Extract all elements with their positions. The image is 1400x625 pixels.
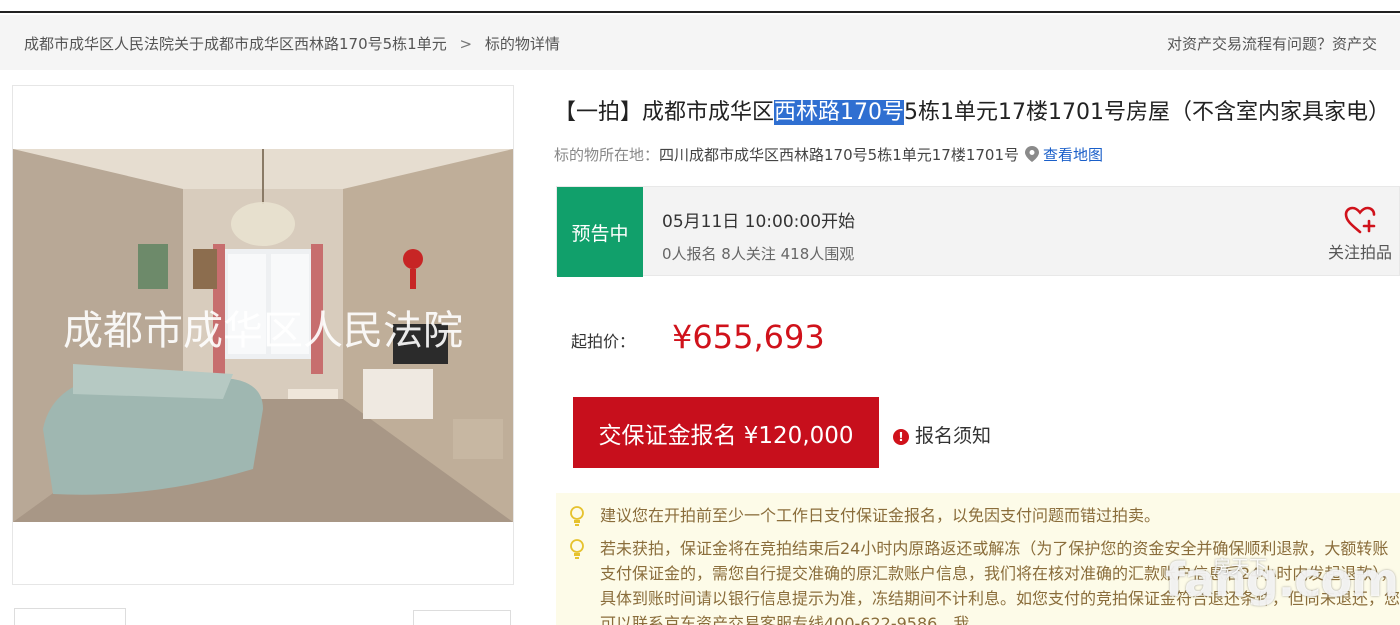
top-border	[0, 0, 1400, 13]
title-prefix: 【一拍】成都市成华区	[554, 100, 775, 125]
starting-price-value: ¥655,693	[672, 318, 825, 356]
pay-deposit-register-button[interactable]: 交保证金报名 ¥120,000	[573, 397, 879, 468]
title-suffix: 5栋1单元17楼1701号房屋（不含室内家具家电）	[904, 100, 1390, 125]
status-badge: 预告中	[557, 187, 643, 277]
lightbulb-icon	[570, 539, 584, 559]
follow-item-button[interactable]: 关注拍品	[1323, 205, 1397, 263]
title-highlight: 西林路170号	[774, 100, 905, 125]
site-watermark: fang.com	[1165, 553, 1399, 607]
view-map-link[interactable]: 查看地图	[1043, 146, 1103, 164]
help-link[interactable]: 对资产交易流程有问题？资产交	[1167, 33, 1400, 54]
thumbnail-left[interactable]	[14, 608, 126, 625]
property-photo[interactable]: 成都市成华区人民法院	[13, 149, 513, 522]
site-watermark-small: 房天下	[1213, 557, 1267, 578]
breadcrumb: 成都市成华区人民法院关于成都市成华区西林路170号5栋1单元 > 标的物详情	[24, 33, 560, 54]
participation-counts: 0人报名 8人关注 418人围观	[662, 245, 855, 263]
auction-title: 【一拍】成都市成华区西林路170号5栋1单元17楼1701号房屋（不含室内家具家…	[554, 94, 1390, 126]
photo-watermark: 成都市成华区人民法院	[63, 308, 463, 354]
tip-item: 建议您在开拍前至少一个工作日支付保证金报名，以免因支付问题而错过拍卖。	[570, 503, 1161, 528]
breadcrumb-bar: 成都市成华区人民法院关于成都市成华区西林路170号5栋1单元 > 标的物详情 对…	[0, 15, 1400, 70]
photo-gallery: 成都市成华区人民法院	[12, 85, 514, 585]
location-line: 标的物所在地：四川成都市成华区西林路170号5栋1单元17楼1701号 查看地图	[554, 144, 1103, 165]
follow-label: 关注拍品	[1327, 243, 1392, 262]
starting-price-label: 起拍价：	[571, 332, 636, 351]
location-address: 四川成都市成华区西林路170号5栋1单元17楼1701号	[659, 146, 1019, 164]
heart-plus-icon	[1344, 206, 1376, 234]
status-panel: 预告中 05月11日 10:00:00开始 0人报名 8人关注 418人围观 关…	[556, 186, 1400, 277]
breadcrumb-separator: >	[459, 35, 473, 53]
tip-text: 建议您在开拍前至少一个工作日支付保证金报名，以免因支付问题而错过拍卖。	[600, 506, 1161, 525]
breadcrumb-current: 标的物详情	[484, 35, 560, 53]
registration-notice-link[interactable]: ! 报名须知	[893, 421, 991, 448]
start-time: 05月11日 10:00:00开始	[662, 212, 856, 232]
notice-label: 报名须知	[915, 425, 992, 447]
lightbulb-icon	[570, 506, 584, 526]
alert-icon: !	[893, 429, 909, 445]
thumbnail-right[interactable]	[413, 610, 511, 625]
breadcrumb-court-link[interactable]: 成都市成华区人民法院关于成都市成华区西林路170号5栋1单元	[24, 35, 447, 53]
map-pin-icon	[1025, 146, 1039, 162]
location-label: 标的物所在地：	[554, 146, 660, 164]
